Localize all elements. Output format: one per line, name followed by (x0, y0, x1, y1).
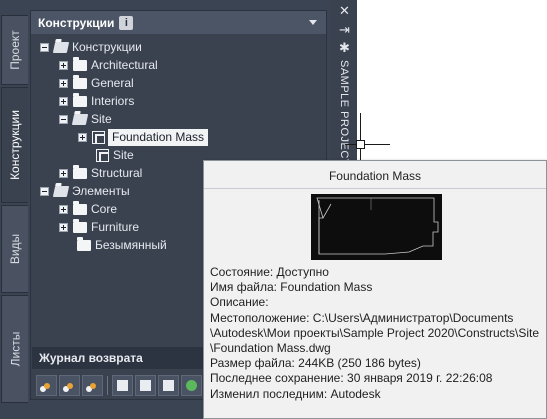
folder-icon (73, 164, 87, 179)
tab-constructs[interactable]: Конструкции (1, 87, 28, 203)
new-construct-icon[interactable] (36, 375, 57, 396)
tree-node-site-construct[interactable]: Site (91, 146, 134, 164)
tree-node-unnamed[interactable]: Безымянный (72, 236, 167, 254)
folder-icon (73, 218, 87, 233)
tree-node-core[interactable]: Core (59, 200, 117, 218)
tree-node-architectural[interactable]: Architectural (59, 56, 158, 74)
expand-icon[interactable] (59, 78, 68, 88)
collapse-icon[interactable] (40, 186, 49, 196)
new-category-icon[interactable] (82, 375, 103, 396)
search-replace-icon[interactable] (135, 375, 156, 396)
expand-icon[interactable] (59, 60, 68, 70)
tooltip-divider (204, 188, 546, 189)
properties-icon[interactable] (112, 375, 133, 396)
expand-icon[interactable] (59, 168, 68, 178)
tooltip-filesize: Размер файла: 244KB (250 186 bytes) (210, 356, 421, 371)
expand-icon[interactable] (59, 96, 68, 106)
folder-open-icon (52, 41, 70, 53)
tooltip-status: Состояние: Доступно (210, 265, 329, 279)
folder-icon (77, 236, 91, 251)
tree-node-structural[interactable]: Structural (59, 164, 142, 182)
tree-node-general[interactable]: General (59, 74, 134, 92)
construct-file-icon (92, 130, 105, 144)
construct-preview-thumbnail (311, 194, 442, 260)
expand-icon[interactable] (78, 132, 87, 142)
refresh-icon[interactable] (181, 375, 202, 396)
expand-icon[interactable] (59, 204, 68, 214)
panel-title: Конструкции (38, 15, 115, 30)
tooltip-details: Состояние: Доступно Имя файла: Foundatio… (210, 265, 546, 402)
undo-journal-label: Журнал возврата (39, 351, 143, 365)
tab-sheets[interactable]: Листы (1, 295, 28, 403)
new-element-icon[interactable] (59, 375, 80, 396)
chevron-down-icon[interactable] (309, 20, 317, 25)
panel-header[interactable]: Конструкции i (31, 11, 326, 34)
expand-icon[interactable] (59, 222, 68, 232)
tooltip-location-line-3: \Foundation Mass.dwg (210, 341, 331, 356)
info-icon[interactable]: i (119, 15, 134, 30)
tree-node-elements[interactable]: Элементы (40, 182, 130, 200)
tooltip-location-line-2: \Autodesk\Мои проекты\Sample Project 202… (210, 325, 539, 340)
toolbar-separator (107, 376, 108, 395)
folder-open-icon (71, 113, 89, 125)
palette-side-tabs: Проект Конструкции Виды Листы (0, 0, 28, 405)
folder-icon (73, 56, 87, 71)
tree-node-site[interactable]: Site (59, 110, 112, 128)
preview-drawing (316, 197, 439, 255)
close-icon[interactable]: ✕ (339, 4, 350, 17)
settings-icon[interactable]: ✱ (339, 41, 350, 54)
crosshair-pickbox (356, 140, 365, 149)
auto-hide-icon[interactable]: ⇥ (339, 23, 350, 36)
tooltip-description: Описание: (210, 295, 269, 310)
crosshair-vertical (360, 113, 361, 165)
tree-node-foundation-mass[interactable]: Foundation Mass (78, 128, 209, 146)
tree-node-constructs[interactable]: Конструкции (40, 38, 142, 56)
tooltip-last-modified-by: Изменил последним: Autodesk (210, 386, 381, 401)
tooltip-last-saved: Последнее сохранение: 30 января 2019 г. … (210, 371, 493, 386)
folder-icon (73, 74, 87, 89)
selected-item-label: Foundation Mass (108, 128, 209, 146)
folder-icon (73, 92, 87, 107)
construct-tooltip: Foundation Mass Состояние: Доступно Имя … (203, 160, 547, 419)
tree-node-interiors[interactable]: Interiors (59, 92, 134, 110)
tree-node-furniture[interactable]: Furniture (59, 218, 139, 236)
crosshair-horizontal (345, 144, 390, 145)
construct-file-icon (96, 148, 109, 162)
tooltip-title: Foundation Mass (328, 169, 422, 183)
folder-open-icon (52, 185, 70, 197)
xref-icon[interactable] (158, 375, 179, 396)
tooltip-location-line-1: Местоположение: C:\Users\Администратор\D… (210, 310, 514, 325)
folder-icon (73, 200, 87, 215)
collapse-icon[interactable] (59, 114, 68, 124)
tab-project[interactable]: Проект (1, 15, 28, 85)
tab-views[interactable]: Виды (1, 205, 28, 293)
collapse-icon[interactable] (40, 42, 49, 52)
tooltip-filename: Имя файла: Foundation Mass (210, 280, 373, 295)
